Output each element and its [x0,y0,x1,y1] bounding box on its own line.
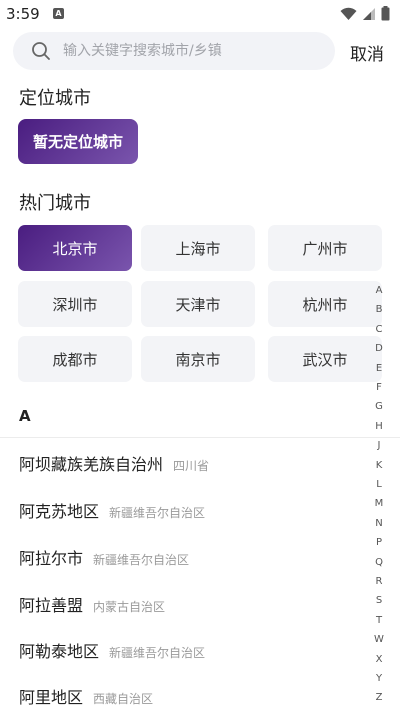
hot-city-button[interactable]: 广州市 [268,225,382,271]
divider [0,437,400,438]
hot-city-button[interactable]: 北京市 [18,225,132,271]
cancel-button[interactable]: 取消 [350,40,384,65]
index-letter[interactable]: C [370,324,388,335]
current-location-button[interactable]: 暂无定位城市 [18,119,138,164]
cellular-signal-icon [363,7,375,20]
search-icon [32,42,50,60]
city-name: 阿拉善盟 [19,596,84,615]
city-name: 阿勒泰地区 [19,642,100,661]
city-list-item[interactable]: 阿里地区 西藏自治区 [19,684,153,724]
city-province: 新疆维吾尔自治区 [109,646,206,660]
status-indicators [340,6,390,21]
index-letter[interactable]: Y [370,673,388,684]
hot-city-button[interactable]: 上海市 [141,225,255,271]
index-letter[interactable]: S [370,595,388,606]
index-letter[interactable]: H [370,421,388,432]
status-time: 3:59 [6,5,40,23]
city-province: 内蒙古自治区 [93,600,166,614]
city-list-item[interactable]: 阿克苏地区 新疆维吾尔自治区 [19,498,205,538]
status-bar: 3:59 A [0,0,400,28]
index-letter[interactable]: F [370,382,388,393]
city-province: 西藏自治区 [93,692,154,706]
hot-cities-title: 热门城市 [19,193,91,214]
index-letter[interactable]: Z [370,692,388,703]
city-list-item[interactable]: 阿拉善盟 内蒙古自治区 [19,592,165,632]
index-letter[interactable]: R [370,576,388,587]
index-letter[interactable]: L [370,479,388,490]
city-province: 新疆维吾尔自治区 [109,506,206,520]
city-list-item[interactable]: 阿勒泰地区 新疆维吾尔自治区 [19,638,205,678]
index-letter[interactable]: N [370,518,388,529]
index-letter[interactable]: M [370,498,388,509]
index-letter[interactable]: K [370,460,388,471]
hot-city-button[interactable]: 深圳市 [18,281,132,327]
city-province: 新疆维吾尔自治区 [93,553,190,567]
battery-icon [381,6,390,21]
hot-city-button[interactable]: 成都市 [18,336,132,382]
index-letter[interactable]: T [370,615,388,626]
index-letter[interactable]: X [370,654,388,665]
index-letter[interactable]: Q [370,557,388,568]
hot-city-button[interactable]: 武汉市 [268,336,382,382]
city-list-item[interactable]: 阿拉尔市 新疆维吾尔自治区 [19,545,189,585]
search-input[interactable] [63,32,323,70]
city-name: 阿里地区 [19,688,84,707]
wifi-icon [340,7,357,20]
index-letter[interactable]: D [370,343,388,354]
index-letter[interactable]: B [370,304,388,315]
index-letter[interactable]: G [370,401,388,412]
index-letter[interactable]: A [370,285,388,296]
city-list-item[interactable]: 阿坝藏族羌族自治州 四川省 [19,451,209,491]
index-letter[interactable]: E [370,363,388,374]
location-section-title: 定位城市 [19,88,91,109]
city-name: 阿克苏地区 [19,502,100,521]
city-name: 阿坝藏族羌族自治州 [19,455,164,474]
index-letter[interactable]: W [370,634,388,645]
letter-section-header: A [19,407,31,425]
search-bar: 取消 [0,32,400,72]
index-letter[interactable]: J [370,440,388,451]
search-box[interactable] [13,32,335,70]
city-province: 四川省 [173,459,210,473]
hot-city-button[interactable]: 杭州市 [268,281,382,327]
hot-city-button[interactable]: 天津市 [141,281,255,327]
notification-icon: A [53,8,64,19]
index-letter[interactable]: P [370,537,388,548]
hot-city-button[interactable]: 南京市 [141,336,255,382]
city-name: 阿拉尔市 [19,549,84,568]
